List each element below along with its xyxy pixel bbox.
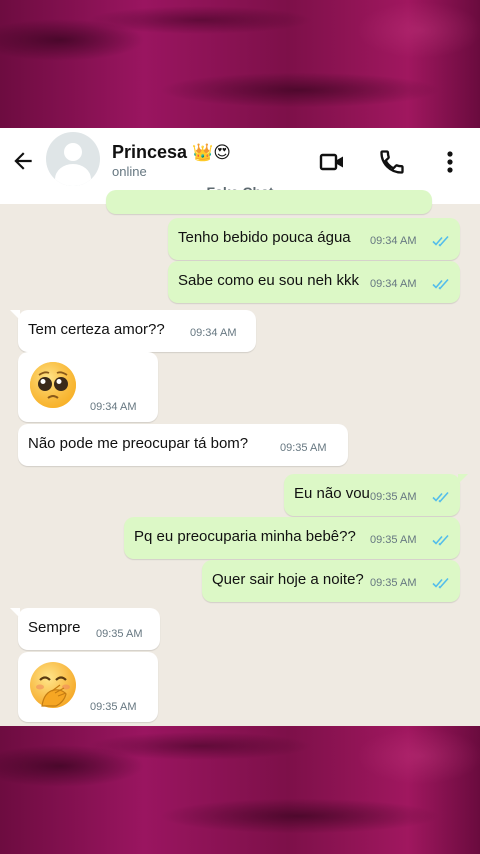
message-time: 09:35 AM bbox=[90, 701, 137, 713]
message-time: 09:35 AM bbox=[96, 628, 143, 640]
background-top bbox=[0, 0, 480, 128]
back-arrow-icon[interactable] bbox=[10, 148, 36, 174]
contact-name[interactable]: Princesa 👑😍 bbox=[112, 142, 231, 163]
read-ticks-icon bbox=[432, 491, 449, 503]
contact-status: online bbox=[112, 164, 147, 179]
message-text: Quer sair hoje a noite? bbox=[212, 571, 364, 588]
read-ticks-icon bbox=[432, 577, 449, 589]
message-bubble-incoming-emoji[interactable]: 09:34 AM bbox=[18, 352, 158, 422]
pleading-face-emoji-icon bbox=[30, 362, 76, 408]
message-bubble-incoming-emoji[interactable]: 09:35 AM bbox=[18, 652, 158, 722]
message-text: Sempre bbox=[28, 619, 81, 636]
message-bubble-outgoing[interactable]: Quer sair hoje a noite? 09:35 AM bbox=[202, 560, 460, 602]
message-bubble-outgoing[interactable]: Tenho bebido pouca água 09:34 AM bbox=[168, 218, 460, 260]
message-time: 09:35 AM bbox=[370, 534, 417, 546]
message-time: 09:34 AM bbox=[370, 235, 417, 247]
message-text: Eu não vou bbox=[294, 485, 370, 502]
chat-screen: Princesa 👑😍 online Fake Chat Tenho bebid… bbox=[0, 128, 480, 726]
read-ticks-icon bbox=[432, 235, 449, 247]
message-bubble-partial bbox=[106, 190, 432, 214]
message-text: Tem certeza amor?? bbox=[28, 321, 165, 338]
message-text: Pq eu preocuparia minha bebê?? bbox=[134, 528, 356, 545]
video-call-icon[interactable] bbox=[318, 148, 346, 176]
message-text: Tenho bebido pouca água bbox=[178, 229, 351, 246]
read-ticks-icon bbox=[432, 278, 449, 290]
message-time: 09:35 AM bbox=[370, 491, 417, 503]
contact-name-emojis: 👑😍 bbox=[192, 143, 231, 163]
phone-call-icon[interactable] bbox=[378, 148, 406, 176]
message-bubble-outgoing[interactable]: Eu não vou 09:35 AM bbox=[284, 474, 468, 516]
read-ticks-icon bbox=[432, 534, 449, 546]
message-time: 09:35 AM bbox=[370, 577, 417, 589]
message-list: Tenho bebido pouca água 09:34 AM Sabe co… bbox=[0, 190, 480, 726]
message-bubble-incoming[interactable]: Não pode me preocupar tá bom? 09:35 AM bbox=[18, 424, 348, 466]
avatar[interactable] bbox=[46, 132, 100, 186]
message-time: 09:34 AM bbox=[370, 278, 417, 290]
message-bubble-incoming[interactable]: Tem certeza amor?? 09:34 AM bbox=[10, 310, 256, 352]
message-bubble-incoming[interactable]: Sempre 09:35 AM bbox=[10, 608, 160, 650]
message-text: Não pode me preocupar tá bom? bbox=[28, 435, 249, 452]
more-options-icon[interactable] bbox=[437, 148, 463, 176]
message-time: 09:34 AM bbox=[90, 401, 137, 413]
face-with-hand-over-mouth-emoji-icon bbox=[30, 662, 76, 708]
message-time: 09:35 AM bbox=[280, 442, 327, 454]
message-bubble-outgoing[interactable]: Pq eu preocuparia minha bebê?? 09:35 AM bbox=[124, 517, 460, 559]
contact-name-text: Princesa bbox=[112, 142, 188, 162]
message-text: Sabe como eu sou neh kkk bbox=[178, 272, 359, 289]
background-bottom bbox=[0, 726, 480, 854]
message-time: 09:34 AM bbox=[190, 327, 237, 339]
message-bubble-outgoing[interactable]: Sabe como eu sou neh kkk 09:34 AM bbox=[168, 261, 460, 303]
